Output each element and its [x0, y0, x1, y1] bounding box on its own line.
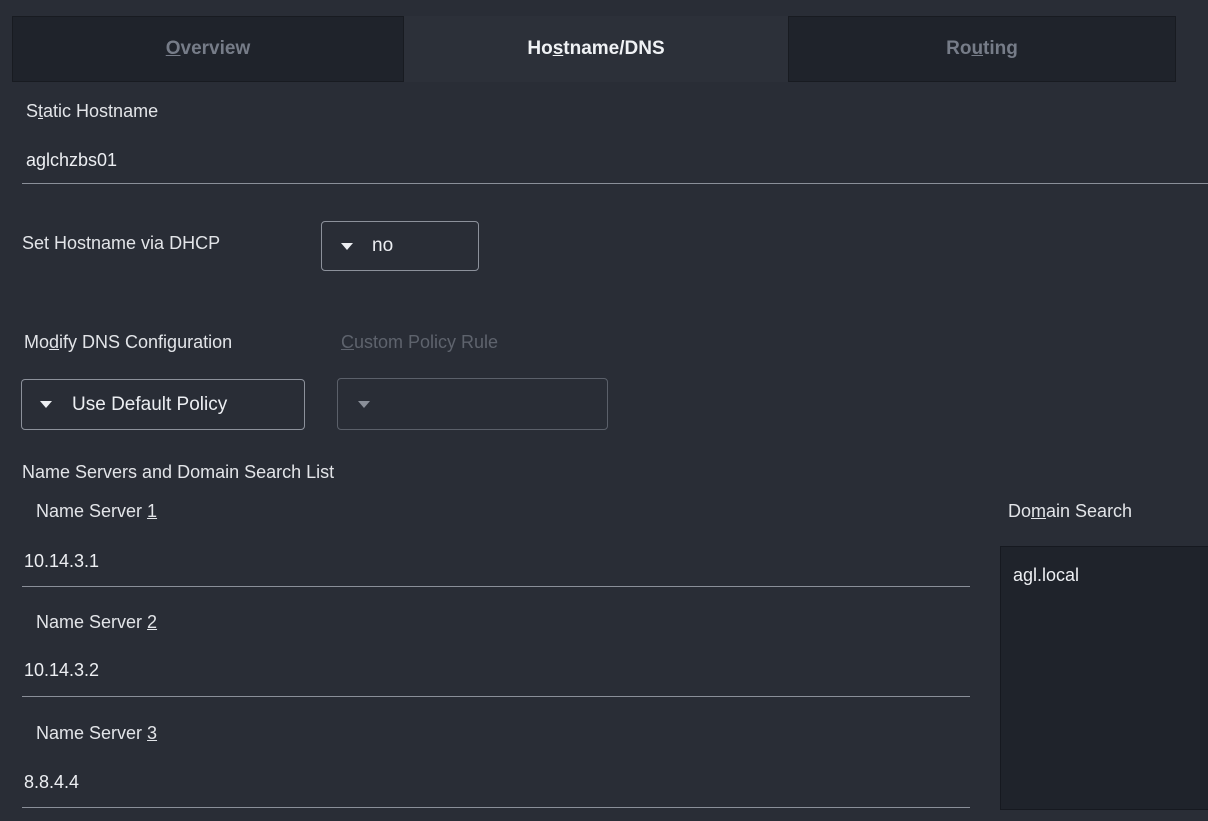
name-server-2-underline — [22, 696, 970, 697]
dhcp-hostname-value: no — [372, 235, 394, 256]
dns-policy-dropdown[interactable]: Use Default Policy — [21, 379, 305, 430]
name-server-3-label: Name Server 3 — [36, 723, 158, 743]
static-hostname-label: Static Hostname — [26, 101, 159, 121]
name-servers-section-title: Name Servers and Domain Search List — [22, 462, 335, 482]
tab-overview-label: Overview — [165, 38, 251, 59]
tab-overview[interactable]: Overview — [12, 16, 404, 82]
custom-policy-rule-label: Custom Policy Rule — [341, 332, 499, 352]
name-server-2-field[interactable]: 10.14.3.2 — [24, 660, 99, 681]
domain-search-value: agl.local — [1013, 565, 1080, 585]
static-hostname-underline — [22, 183, 1208, 184]
name-server-1-underline — [22, 586, 970, 587]
static-hostname-field[interactable]: aglchzbs01 — [26, 150, 117, 171]
tab-routing[interactable]: Routing — [788, 16, 1176, 82]
chevron-down-icon — [358, 400, 370, 408]
name-server-3-field[interactable]: 8.8.4.4 — [24, 772, 79, 793]
tab-bar: Overview Hostname/DNS Routing — [0, 0, 1208, 84]
name-server-3-underline — [22, 807, 970, 808]
tab-hostname-dns-label: Hostname/DNS — [527, 38, 665, 59]
name-server-1-field[interactable]: 10.14.3.1 — [24, 551, 99, 572]
tab-hostname-dns[interactable]: Hostname/DNS — [404, 16, 788, 82]
dns-config-label: Modify DNS Configuration — [24, 332, 233, 352]
dns-policy-value: Use Default Policy — [72, 393, 228, 415]
dhcp-hostname-label: Set Hostname via DHCP — [22, 233, 221, 253]
tab-routing-label: Routing — [946, 38, 1018, 59]
dhcp-hostname-dropdown[interactable]: no — [321, 221, 479, 271]
domain-search-textarea[interactable]: agl.local — [1000, 546, 1208, 810]
domain-search-label: Domain Search — [1008, 501, 1133, 521]
chevron-down-icon — [341, 242, 353, 250]
custom-policy-rule-dropdown[interactable] — [337, 378, 608, 430]
chevron-down-icon — [40, 401, 52, 408]
name-server-1-label: Name Server 1 — [36, 501, 158, 521]
name-server-2-label: Name Server 2 — [36, 612, 158, 632]
